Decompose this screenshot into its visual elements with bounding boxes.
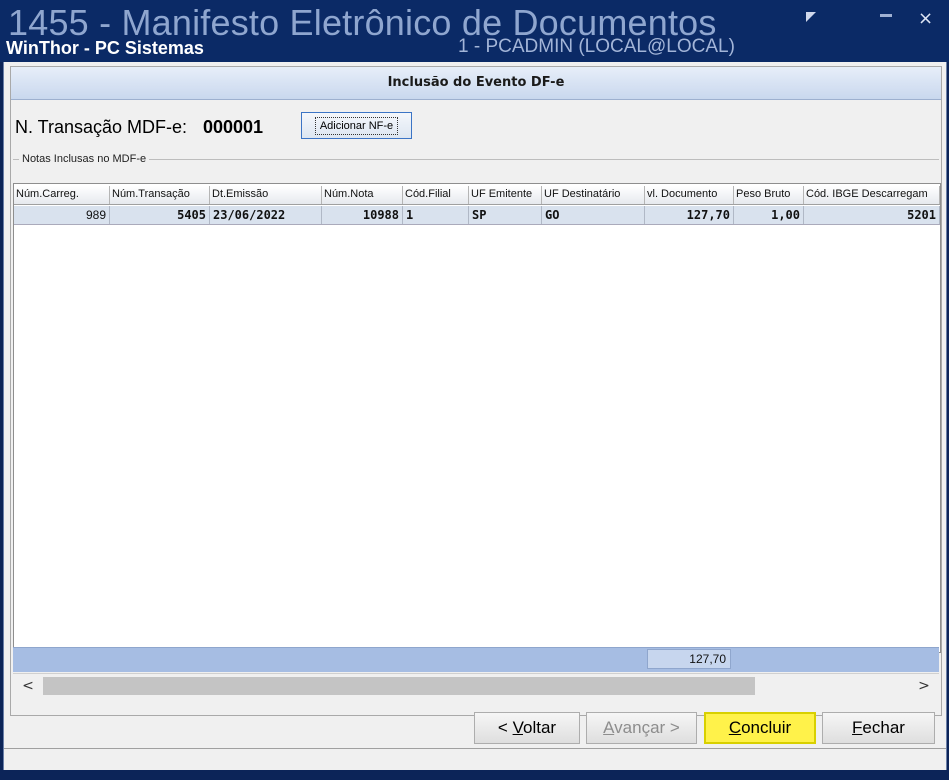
back-button[interactable]: < Voltar bbox=[474, 712, 580, 744]
group-label: Notas Inclusas no MDF-e bbox=[19, 153, 150, 165]
add-nfe-label: Adicionar NF-e bbox=[314, 116, 399, 135]
column-header[interactable]: Cód. IBGE Descarregam bbox=[804, 186, 940, 204]
cell-carregamento: 989 bbox=[14, 206, 110, 224]
scroll-thumb[interactable] bbox=[43, 677, 755, 695]
next-button[interactable]: Avançar > bbox=[586, 712, 697, 744]
close-icon[interactable]: × bbox=[918, 8, 933, 29]
notes-grid[interactable]: Núm.Carreg. Núm.Transação Dt.Emissão Núm… bbox=[13, 183, 941, 653]
finish-accel: C bbox=[728, 718, 742, 737]
close-rest: echar bbox=[862, 718, 905, 737]
current-user: 1 - PCADMIN (LOCAL@LOCAL) bbox=[458, 36, 735, 57]
finish-button[interactable]: Concluir bbox=[704, 712, 816, 744]
cell-transacao: 5405 bbox=[110, 206, 210, 224]
window-bottom-edge bbox=[3, 770, 945, 780]
total-value: 127,70 bbox=[647, 649, 731, 669]
minimize-icon[interactable] bbox=[880, 14, 892, 17]
group-divider bbox=[13, 159, 939, 160]
chevron-right-icon[interactable]: > bbox=[913, 675, 935, 697]
cell-nota: 10988 bbox=[322, 206, 403, 224]
close-accel: F bbox=[852, 718, 863, 737]
cell-emissao: 23/06/2022 bbox=[210, 206, 322, 224]
restore-icon[interactable] bbox=[806, 12, 816, 22]
next-accel: A bbox=[603, 718, 615, 737]
cell-uf-emitente: SP bbox=[469, 206, 542, 224]
column-header[interactable]: vl. Documento bbox=[645, 186, 734, 204]
column-header[interactable]: Peso Bruto bbox=[734, 186, 804, 204]
panel-header: Inclusão do Evento DF-e bbox=[11, 67, 941, 100]
column-header[interactable]: Núm.Nota bbox=[322, 186, 403, 204]
cell-valor: 127,70 bbox=[645, 206, 734, 224]
main-window: Inclusão do Evento DF-e N. Transação MDF… bbox=[3, 62, 947, 770]
next-rest: vançar > bbox=[614, 718, 680, 737]
cell-peso: 1,00 bbox=[734, 206, 804, 224]
back-prefix: < bbox=[497, 718, 513, 737]
back-accel: V bbox=[512, 718, 523, 737]
totals-bar: 127,70 bbox=[13, 647, 939, 672]
back-rest: oltar bbox=[522, 718, 557, 737]
transaction-label: N. Transação MDF-e: bbox=[15, 117, 188, 137]
column-header[interactable]: UF Emitente bbox=[469, 186, 542, 204]
grid-header: Núm.Carreg. Núm.Transação Dt.Emissão Núm… bbox=[14, 186, 940, 205]
chevron-left-icon[interactable]: < bbox=[17, 675, 39, 697]
cell-ibge: 5201 bbox=[804, 206, 940, 224]
transaction-number: 000001 bbox=[203, 117, 264, 137]
finish-rest: oncluir bbox=[741, 718, 792, 737]
column-header[interactable]: Núm.Transação bbox=[110, 186, 210, 204]
horizontal-scrollbar[interactable]: < > bbox=[13, 673, 939, 698]
cell-uf-destinatario: GO bbox=[542, 206, 645, 224]
column-header[interactable]: Cód.Filial bbox=[403, 186, 469, 204]
footer-divider bbox=[4, 748, 946, 749]
column-header[interactable]: Núm.Carreg. bbox=[14, 186, 110, 204]
title-bar: 1455 - Manifesto Eletrônico de Documento… bbox=[0, 0, 949, 62]
table-row[interactable]: 989 5405 23/06/2022 10988 1 SP GO 127,70… bbox=[14, 206, 940, 225]
app-name: WinThor - PC Sistemas bbox=[6, 38, 204, 58]
close-button[interactable]: Fechar bbox=[822, 712, 935, 744]
cell-filial: 1 bbox=[403, 206, 469, 224]
column-header[interactable]: UF Destinatário bbox=[542, 186, 645, 204]
add-nfe-button[interactable]: Adicionar NF-e bbox=[301, 112, 412, 139]
column-header[interactable]: Dt.Emissão bbox=[210, 186, 322, 204]
content-panel: Inclusão do Evento DF-e N. Transação MDF… bbox=[10, 66, 942, 716]
